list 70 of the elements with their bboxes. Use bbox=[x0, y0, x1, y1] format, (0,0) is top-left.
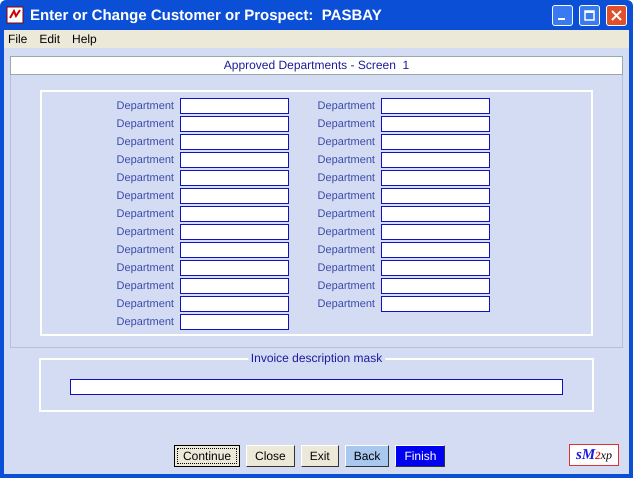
field-label: Department bbox=[317, 100, 375, 112]
field-label: Department bbox=[317, 136, 375, 148]
department-field[interactable] bbox=[381, 296, 490, 312]
screen-header: Approved Departments - Screen 1 bbox=[10, 56, 623, 75]
field-label: Department bbox=[317, 208, 375, 220]
field-label: Department bbox=[116, 316, 174, 328]
department-field[interactable] bbox=[381, 260, 490, 276]
action-button[interactable]: Exit bbox=[300, 445, 339, 467]
minimize-icon bbox=[558, 18, 564, 20]
department-field[interactable] bbox=[180, 314, 289, 330]
department-field[interactable] bbox=[180, 224, 289, 240]
department-field[interactable] bbox=[381, 134, 490, 150]
department-field[interactable] bbox=[180, 206, 289, 222]
close-button[interactable] bbox=[606, 4, 627, 26]
field-label: Department bbox=[317, 118, 375, 130]
field-label: Department bbox=[116, 262, 174, 274]
field-label: Department bbox=[116, 208, 174, 220]
input-field[interactable] bbox=[70, 379, 563, 395]
field-label: Department bbox=[317, 226, 375, 238]
field-label: Department bbox=[116, 226, 174, 238]
department-field[interactable] bbox=[180, 134, 289, 150]
action-button[interactable]: Continue bbox=[174, 445, 240, 467]
group-title: Invoice description mask bbox=[248, 351, 386, 365]
field-label: Department bbox=[317, 172, 375, 184]
minimize-button[interactable] bbox=[552, 4, 573, 26]
field-label: Department bbox=[116, 172, 174, 184]
department-field[interactable] bbox=[180, 296, 289, 312]
field-label: Department bbox=[317, 298, 375, 310]
menu-item[interactable]: File bbox=[8, 32, 28, 46]
department-field[interactable] bbox=[381, 206, 490, 222]
department-field[interactable] bbox=[180, 98, 289, 114]
maximize-icon bbox=[584, 10, 595, 20]
menu-item[interactable]: Help bbox=[72, 32, 97, 46]
department-field[interactable] bbox=[180, 116, 289, 132]
action-button[interactable]: Back bbox=[344, 445, 390, 467]
action-button[interactable]: Finish bbox=[395, 445, 446, 467]
field-label: Department bbox=[317, 190, 375, 202]
department-field[interactable] bbox=[381, 278, 490, 294]
logo: sM2xp bbox=[569, 444, 619, 466]
department-field[interactable] bbox=[180, 260, 289, 276]
field-label: Department bbox=[116, 100, 174, 112]
field-label: Department bbox=[317, 280, 375, 292]
department-field[interactable] bbox=[381, 152, 490, 168]
field-label: Department bbox=[317, 154, 375, 166]
field-label: Department bbox=[116, 118, 174, 130]
department-field[interactable] bbox=[180, 170, 289, 186]
field-label: Department bbox=[317, 262, 375, 274]
department-field[interactable] bbox=[381, 224, 490, 240]
field-label: Department bbox=[116, 298, 174, 310]
department-field[interactable] bbox=[381, 188, 490, 204]
field-label: Department bbox=[116, 136, 174, 148]
field-label: Department bbox=[116, 280, 174, 292]
department-field[interactable] bbox=[180, 152, 289, 168]
app-icon bbox=[6, 6, 24, 24]
field-label: Department bbox=[116, 190, 174, 202]
field-label: Department bbox=[317, 244, 375, 256]
department-field[interactable] bbox=[381, 98, 490, 114]
window-title: Enter or Change Customer or Prospect: PASBAY bbox=[30, 6, 383, 24]
department-field[interactable] bbox=[180, 242, 289, 258]
department-field[interactable] bbox=[381, 170, 490, 186]
field-label: Department bbox=[116, 154, 174, 166]
department-field[interactable] bbox=[180, 278, 289, 294]
action-button[interactable]: Close bbox=[246, 445, 295, 467]
field-label: Department bbox=[116, 244, 174, 256]
department-field[interactable] bbox=[180, 188, 289, 204]
close-icon bbox=[611, 10, 622, 20]
department-field[interactable] bbox=[381, 116, 490, 132]
maximize-button[interactable] bbox=[579, 4, 600, 26]
department-field[interactable] bbox=[381, 242, 490, 258]
menu-item[interactable]: Edit bbox=[39, 32, 60, 46]
